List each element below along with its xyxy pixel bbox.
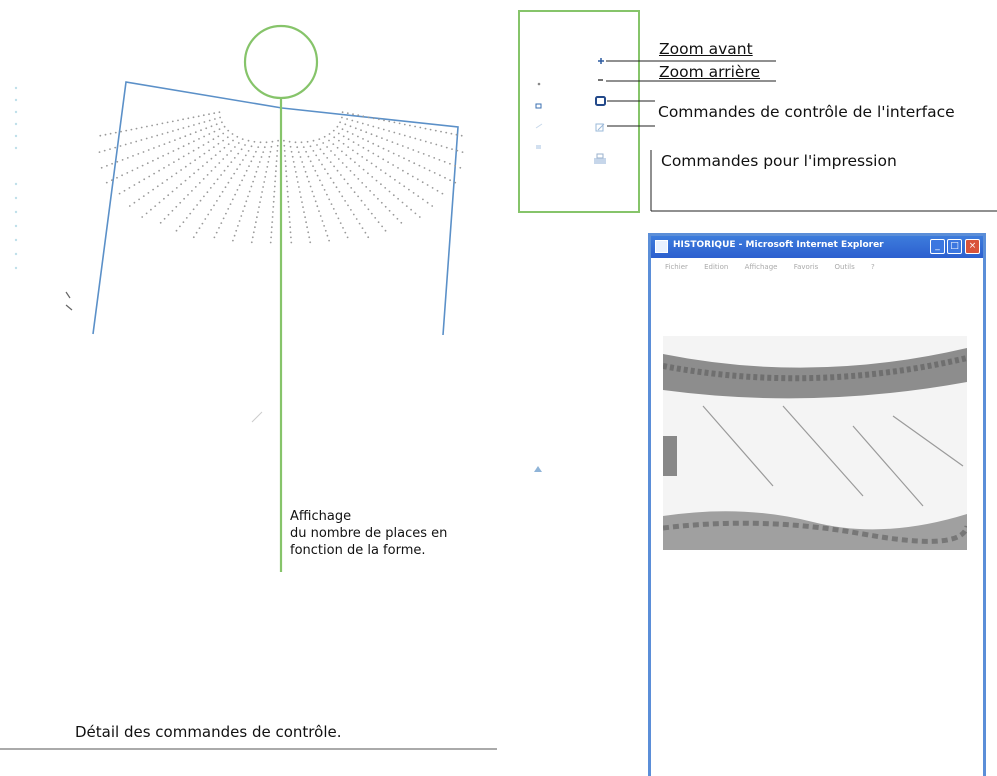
browser-window: HISTORIQUE - Microsoft Internet Explorer… — [648, 233, 986, 776]
zoom-in-label: Zoom avant — [659, 40, 753, 58]
close-button[interactable]: × — [965, 239, 980, 254]
minimize-button[interactable]: _ — [930, 239, 945, 254]
zoom-out-label: Zoom arrière — [659, 63, 760, 81]
menu-item-view[interactable]: Affichage — [745, 263, 778, 271]
interface-controls-label: Commandes de contrôle de l'interface — [658, 103, 955, 121]
menu-item-tools[interactable]: Outils — [835, 263, 855, 271]
browser-title: HISTORIQUE - Microsoft Internet Explorer — [673, 240, 884, 250]
mini-icons — [535, 82, 543, 149]
browser-titlebar: HISTORIQUE - Microsoft Internet Explorer… — [651, 236, 983, 258]
square-icon[interactable] — [595, 96, 606, 106]
arrow-icon[interactable] — [595, 123, 605, 132]
leader-lines — [606, 60, 997, 212]
browser-menubar: Fichier Edition Affichage Favoris Outils… — [651, 258, 983, 276]
plus-icon[interactable] — [598, 58, 604, 64]
maximize-button[interactable]: □ — [947, 239, 962, 254]
menu-item-edit[interactable]: Edition — [704, 263, 728, 271]
ie-app-icon — [655, 240, 668, 253]
menu-item-help[interactable]: ? — [871, 263, 875, 271]
venue-photo — [663, 336, 967, 550]
printer-icon[interactable] — [594, 153, 606, 164]
triangle-marker — [534, 466, 542, 472]
print-controls-label: Commandes pour l'impression — [661, 152, 897, 170]
menu-item-file[interactable]: Fichier — [665, 263, 688, 271]
menu-item-favorites[interactable]: Favoris — [794, 263, 819, 271]
